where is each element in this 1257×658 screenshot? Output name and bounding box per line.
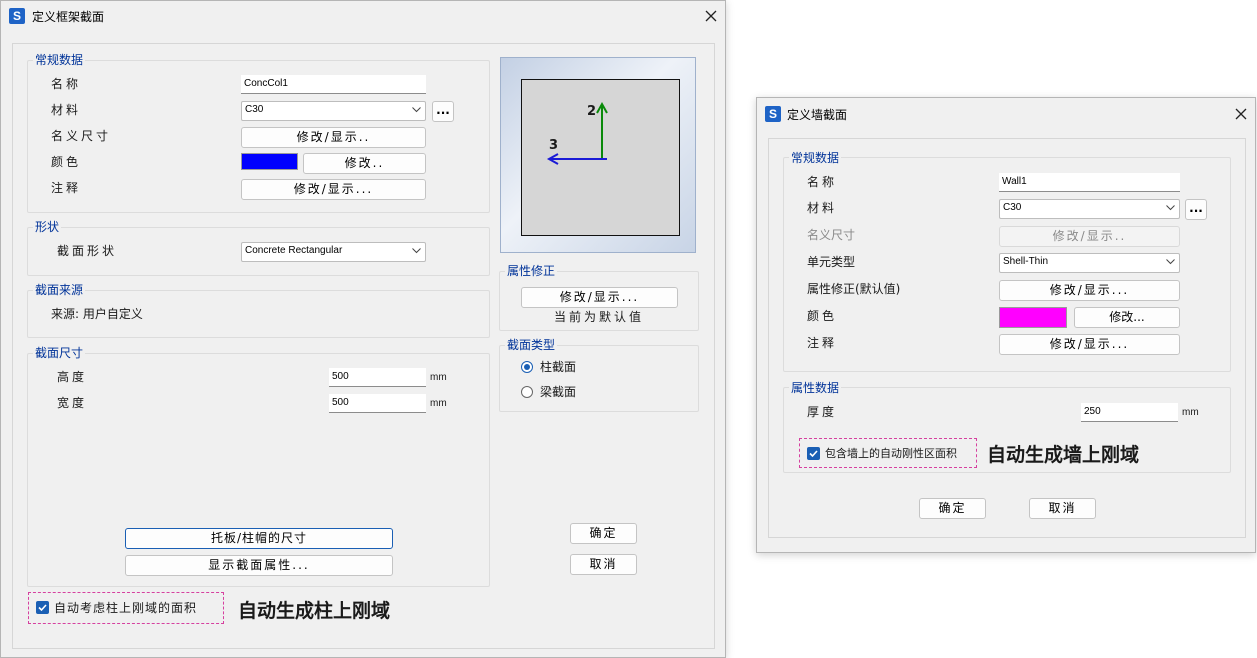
chevron-down-icon <box>412 248 421 254</box>
wall-cancel-button[interactable]: 取消 <box>1029 498 1096 519</box>
wall-material-select[interactable]: C30 <box>999 199 1180 219</box>
frame-ok-button[interactable]: 确定 <box>570 523 637 544</box>
chevron-down-icon <box>1166 205 1175 211</box>
frame-notes-button[interactable]: 修改/显示... <box>241 179 426 200</box>
wall-nominal-button[interactable]: 修改/显示.. <box>999 226 1180 247</box>
wall-thickness-unit: mm <box>1182 407 1199 418</box>
frame-dialog-close-icon[interactable] <box>704 9 720 25</box>
beam-section-radio[interactable] <box>521 386 533 398</box>
wall-material-more-button[interactable]: ... <box>1185 199 1207 220</box>
axis-3-label: 3 <box>549 138 559 153</box>
frame-auto-rigid-checkbox[interactable] <box>36 601 49 614</box>
frame-dialog-titlebar: S 定义框架截面 <box>1 1 725 31</box>
frame-width-input[interactable]: 500 <box>329 394 426 413</box>
wall-material-value: C30 <box>1003 202 1022 213</box>
frame-name-label: 名称 <box>51 77 82 91</box>
frame-source-group-title: 截面来源 <box>33 283 86 297</box>
wall-section-dialog: S 定义墙截面 常规数据 名称 Wall1 材料 C30 ... 名义尺寸 修改… <box>756 97 1256 553</box>
local-axes-icon <box>546 101 608 165</box>
frame-dims-group <box>27 353 490 587</box>
frame-source-text: 来源: 用户自定义 <box>51 307 143 321</box>
wall-name-input[interactable]: Wall1 <box>999 173 1180 192</box>
frame-cancel-button[interactable]: 取消 <box>570 554 637 575</box>
frame-auto-rigid-label: 自动考虑柱上刚域的面积 <box>54 601 198 615</box>
frame-section-dialog: S 定义框架截面 常规数据 名称 ConcCol1 材料 C30 ... 名义尺… <box>0 0 726 658</box>
beam-section-label: 梁截面 <box>540 385 577 399</box>
frame-general-group-title: 常规数据 <box>33 53 86 67</box>
check-icon <box>809 450 818 458</box>
frame-material-select[interactable]: C30 <box>241 101 426 121</box>
column-section-label: 柱截面 <box>540 360 577 374</box>
column-section-radio[interactable] <box>521 361 533 373</box>
wall-dialog-close-icon[interactable] <box>1234 107 1250 123</box>
frame-height-input[interactable]: 500 <box>329 368 426 387</box>
check-icon <box>38 604 47 612</box>
frame-dims-group-title: 截面尺寸 <box>33 346 86 360</box>
frame-material-more-button[interactable]: ... <box>432 101 454 122</box>
show-section-props-button[interactable]: 显示截面属性... <box>125 555 393 576</box>
wall-notes-button[interactable]: 修改/显示... <box>999 334 1180 355</box>
wall-element-type-label: 单元类型 <box>807 255 856 269</box>
wall-name-label: 名称 <box>807 175 838 189</box>
frame-shape-group-title: 形状 <box>33 220 62 234</box>
frame-modifiers-button[interactable]: 修改/显示... <box>521 287 678 308</box>
frame-notes-label: 注释 <box>51 181 82 195</box>
frame-annotation: 自动生成柱上刚域 <box>238 600 391 622</box>
wall-auto-rigid-label: 包含墙上的自动刚性区面积 <box>825 447 957 460</box>
frame-nominal-label: 名义尺寸 <box>51 129 112 143</box>
frame-shape-value: Concrete Rectangular <box>245 245 343 256</box>
wall-thickness-input[interactable]: 250 <box>1081 403 1178 422</box>
drop-panel-button[interactable]: 托板/柱帽的尺寸 <box>125 528 393 549</box>
wall-dialog-titlebar: S 定义墙截面 <box>757 98 1255 128</box>
wall-prop-group-title: 属性数据 <box>789 381 842 395</box>
wall-element-type-select[interactable]: Shell-Thin <box>999 253 1180 273</box>
axis-2-label: 2 <box>587 104 597 119</box>
wall-modifiers-button[interactable]: 修改/显示... <box>999 280 1180 301</box>
frame-color-button[interactable]: 修改.. <box>303 153 426 174</box>
frame-width-label: 宽度 <box>57 396 88 410</box>
frame-color-swatch[interactable] <box>241 153 298 170</box>
frame-height-unit: mm <box>430 372 447 383</box>
frame-shape-label: 截面形状 <box>57 244 118 258</box>
frame-height-label: 高度 <box>57 370 88 384</box>
wall-color-button[interactable]: 修改... <box>1074 307 1180 328</box>
wall-notes-label: 注释 <box>807 336 838 350</box>
frame-material-label: 材料 <box>51 103 82 117</box>
wall-auto-rigid-checkbox[interactable] <box>807 447 820 460</box>
wall-ok-button[interactable]: 确定 <box>919 498 986 519</box>
section-type-group-title: 截面类型 <box>505 338 558 352</box>
frame-color-label: 颜色 <box>51 155 82 169</box>
section-preview: 2 3 <box>500 57 696 253</box>
frame-dialog-title: 定义框架截面 <box>32 10 105 24</box>
wall-color-swatch[interactable] <box>999 307 1067 328</box>
section-type-group <box>499 345 699 412</box>
frame-material-value: C30 <box>245 104 264 115</box>
app-logo-icon: S <box>9 8 25 24</box>
frame-nominal-button[interactable]: 修改/显示.. <box>241 127 426 148</box>
wall-modifiers-label: 属性修正(默认值) <box>807 282 901 296</box>
app-logo-icon: S <box>765 106 781 122</box>
chevron-down-icon <box>412 107 421 113</box>
frame-shape-select[interactable]: Concrete Rectangular <box>241 242 426 262</box>
wall-dialog-title: 定义墙截面 <box>787 108 848 122</box>
wall-material-label: 材料 <box>807 201 838 215</box>
wall-element-type-value: Shell-Thin <box>1003 256 1049 267</box>
wall-color-label: 颜色 <box>807 309 838 323</box>
chevron-down-icon <box>1166 259 1175 265</box>
wall-thickness-label: 厚度 <box>807 405 838 419</box>
wall-annotation: 自动生成墙上刚域 <box>987 444 1140 466</box>
frame-name-input[interactable]: ConcCol1 <box>241 75 426 94</box>
frame-modifiers-group-title: 属性修正 <box>505 264 558 278</box>
frame-width-unit: mm <box>430 398 447 409</box>
frame-modifiers-status: 当前为默认值 <box>554 310 645 324</box>
wall-nominal-label: 名义尺寸 <box>807 228 856 242</box>
wall-general-group-title: 常规数据 <box>789 151 842 165</box>
